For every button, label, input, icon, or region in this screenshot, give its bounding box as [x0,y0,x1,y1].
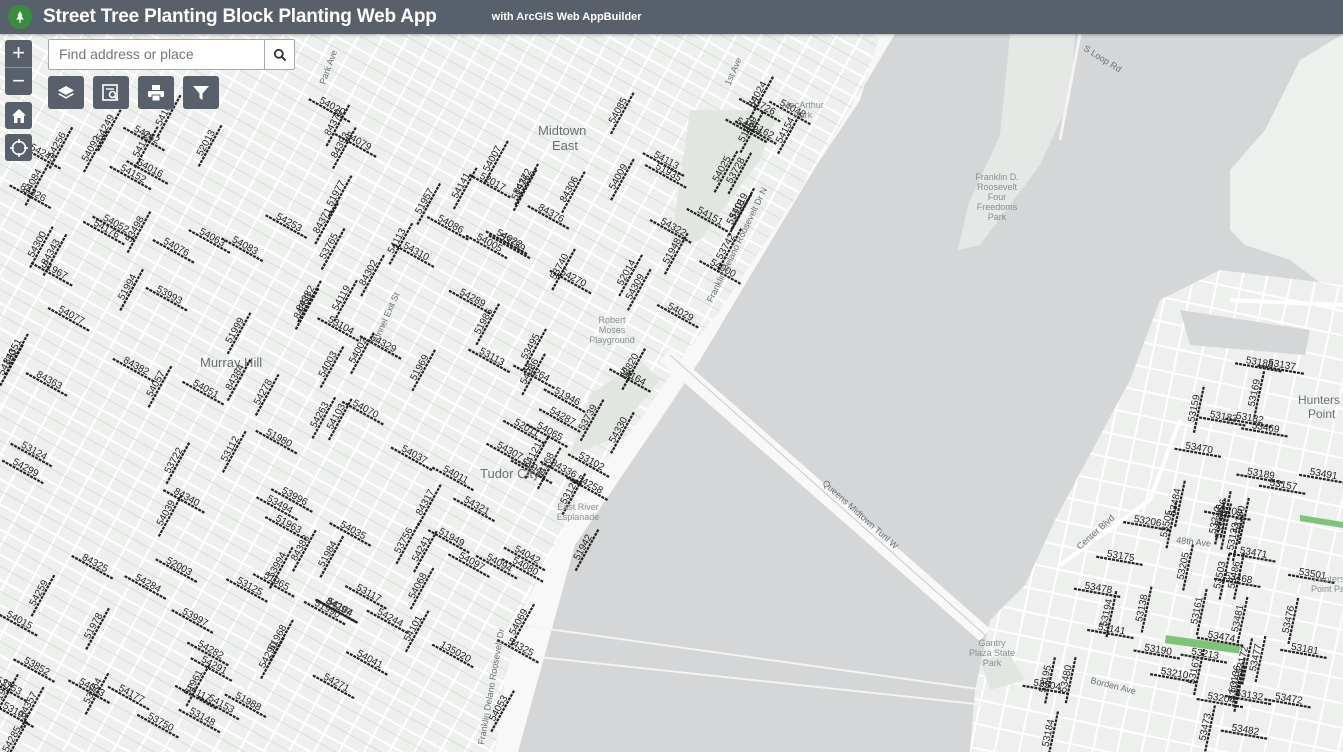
place-hunters-2: Point [1308,407,1336,421]
app-header: Street Tree Planting Block Planting Web … [0,0,1343,34]
map-canvas[interactable]: 5197252003519655194951948519425194651935… [0,34,1343,752]
place-midtown: Midtown [538,123,586,138]
zoom-control: + − [5,40,32,95]
place-macarthur-2: Park [794,110,813,120]
layers-icon [58,85,74,99]
place-robert-1: Robert [598,315,626,325]
place-hunters-4: Point Pa [1311,584,1343,594]
zoom-out-button[interactable]: − [5,68,32,95]
search-input[interactable] [49,40,264,67]
place-esplanade-2: Esplanade [557,512,600,522]
leaf-icon [8,5,32,29]
print-icon [148,84,164,101]
home-icon [11,108,26,123]
place-esplanade-1: East River [557,502,599,512]
zoom-in-button[interactable]: + [5,40,32,67]
locate-button[interactable] [5,134,32,161]
crosshair-icon [9,138,28,157]
place-robert-2: Moses [599,325,626,335]
place-hunters-3: Hunters [1313,574,1343,584]
place-fdr-5: Park [988,212,1007,222]
place-robert-3: Playground [589,335,635,345]
place-east: East [552,138,578,153]
search-button[interactable] [264,40,294,69]
search-icon [273,48,286,61]
place-hunters-1: Hunters [1298,393,1340,407]
screening-icon [102,83,119,101]
place-fdr-1: Franklin D. [975,172,1019,182]
screening-button[interactable] [93,76,129,109]
home-button[interactable] [5,102,32,129]
place-gantry-2: Plaza State [969,648,1015,658]
filter-icon [193,85,209,100]
filter-button[interactable] [183,76,219,109]
place-fdr-4: Freedoms [977,202,1018,212]
place-fdr-2: Roosevelt [977,182,1018,192]
place-macarthur-1: MacArthur [782,100,824,110]
print-button[interactable] [138,76,174,109]
place-murray-hill: Murray Hill [200,355,262,370]
place-tudor-city: Tudor City [480,466,540,481]
app-subtitle: with ArcGIS Web AppBuilder [491,11,642,23]
place-fdr-3: Four [988,192,1007,202]
app-title: Street Tree Planting Block Planting Web … [43,6,437,27]
layer-list-button[interactable] [48,76,84,109]
place-gantry-3: Park [983,658,1002,668]
place-gantry-1: Gantry [978,638,1006,648]
search-box [48,39,295,70]
